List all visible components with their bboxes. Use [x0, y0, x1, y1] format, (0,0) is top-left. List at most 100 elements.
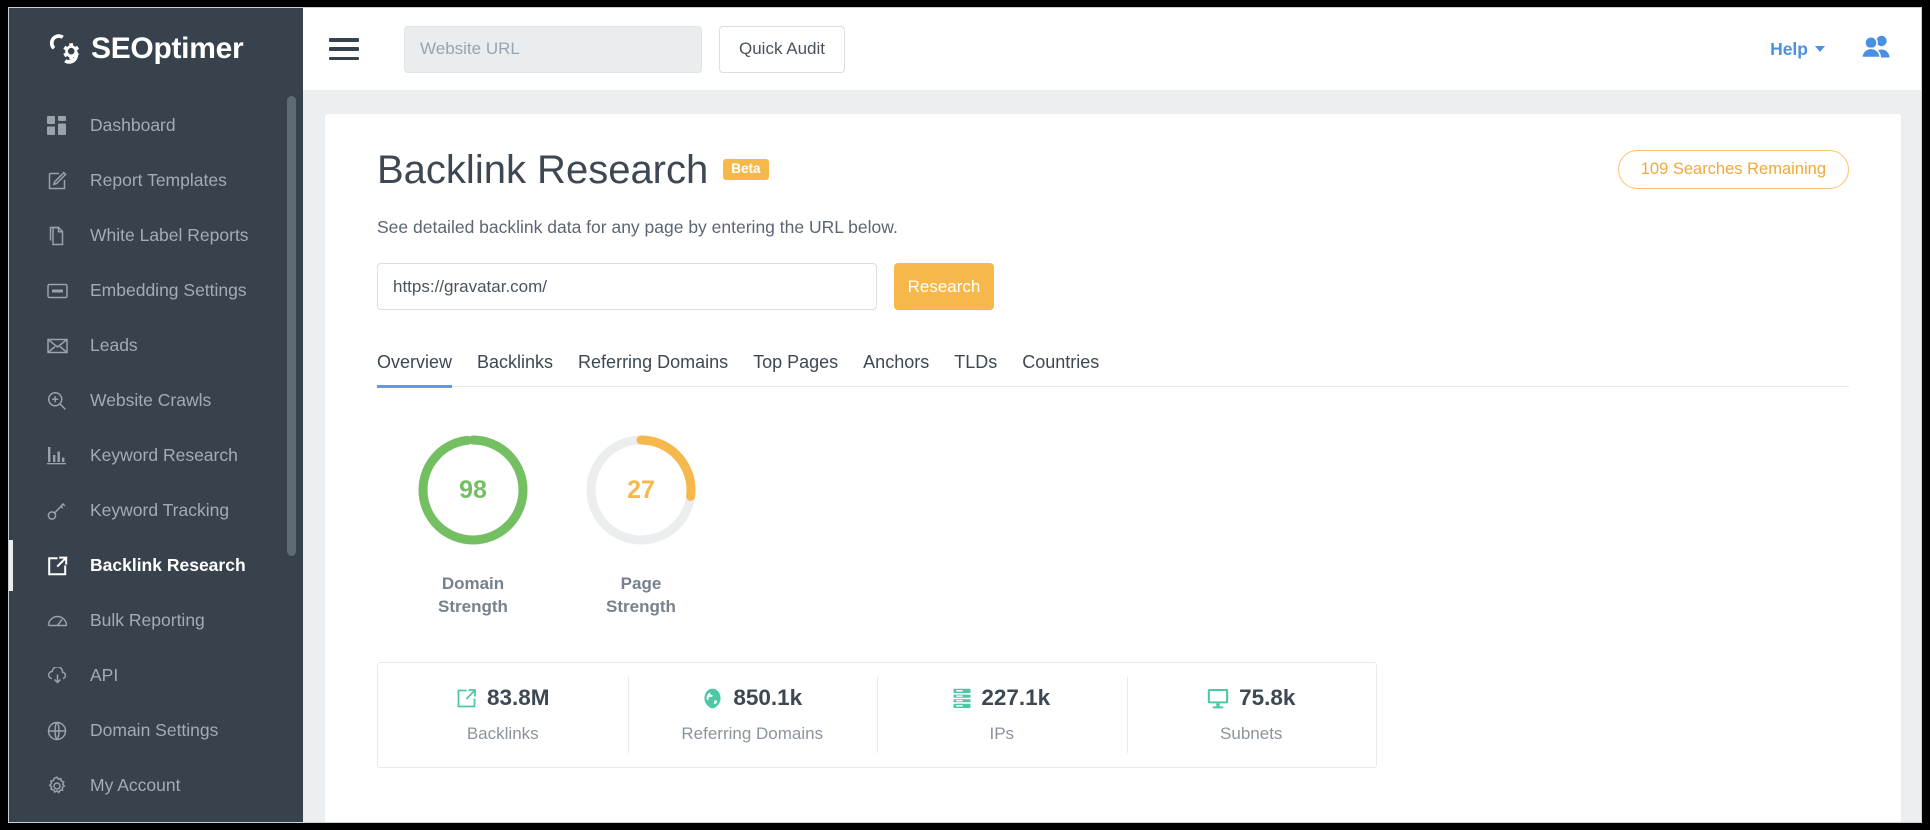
tab-referring-domains[interactable]: Referring Domains [578, 352, 728, 386]
sidebar-item-leads[interactable]: Leads [9, 318, 303, 373]
backlink-research-card: Backlink Research Beta 109 Searches Rema… [325, 114, 1901, 823]
sidebar-item-embedding-settings[interactable]: Embedding Settings [9, 263, 303, 318]
grid-dashboard-icon [47, 116, 73, 135]
sidebar-item-white-label-reports[interactable]: White Label Reports [9, 208, 303, 263]
sidebar-item-keyword-research[interactable]: Keyword Research [9, 428, 303, 483]
window-embed-icon [47, 283, 73, 299]
searches-remaining-badge[interactable]: 109 Searches Remaining [1618, 150, 1849, 189]
sidebar-item-label: White Label Reports [90, 225, 249, 246]
strength-gauges: 98 Domain Strength [377, 431, 1849, 619]
quick-audit-button[interactable]: Quick Audit [719, 26, 845, 73]
copy-pages-icon [47, 226, 73, 246]
globe-icon [47, 721, 73, 741]
gears-logo-icon [44, 29, 84, 69]
top-bar: Quick Audit Help [303, 8, 1922, 90]
sidebar-item-label: Domain Settings [90, 720, 218, 741]
research-button[interactable]: Research [894, 263, 994, 310]
key-icon [47, 501, 73, 521]
brand-name: SEOptimer [91, 32, 243, 66]
hamburger-line [329, 47, 359, 51]
gauge-label-line1: Page [586, 573, 696, 596]
stat-backlinks: 83.8M Backlinks [378, 663, 628, 767]
hamburger-line [329, 57, 359, 61]
domain-strength-label: Domain Strength [418, 573, 528, 619]
sidebar-item-backlink-research[interactable]: Backlink Research [9, 538, 303, 593]
stat-label: IPs [989, 724, 1014, 744]
website-url-input[interactable] [404, 26, 702, 73]
tab-countries[interactable]: Countries [1022, 352, 1099, 386]
domain-strength-value: 98 [414, 431, 532, 549]
envelope-icon [47, 338, 73, 354]
sidebar-item-label: My Account [90, 775, 180, 796]
tab-tlds[interactable]: TLDs [954, 352, 997, 386]
stat-value: 850.1k [733, 685, 802, 711]
research-form: Research [377, 263, 1849, 310]
globe-icon [702, 688, 723, 709]
sidebar-item-label: Keyword Research [90, 445, 238, 466]
hamburger-menu-icon[interactable] [329, 38, 359, 60]
stat-subnets: 75.8k Subnets [1127, 663, 1377, 767]
cloud-download-icon [47, 667, 73, 685]
stat-ips: 227.1k IPs [877, 663, 1127, 767]
stat-referring-domains: 850.1k Referring Domains [628, 663, 878, 767]
sidebar-item-report-templates[interactable]: Report Templates [9, 153, 303, 208]
sidebar-item-label: API [90, 665, 118, 686]
chevron-down-icon [1815, 46, 1825, 52]
domain-strength-donut: 98 [414, 431, 532, 549]
tab-top-pages[interactable]: Top Pages [753, 352, 838, 386]
users-avatar-icon[interactable] [1861, 35, 1891, 63]
main-content: Backlink Research Beta 109 Searches Rema… [303, 90, 1922, 823]
research-url-input[interactable] [377, 263, 877, 310]
sidebar-item-label: Dashboard [90, 115, 176, 136]
page-title: Backlink Research [377, 150, 708, 190]
sidebar-item-label: Bulk Reporting [90, 610, 205, 631]
report-tabs: Overview Backlinks Referring Domains Top… [377, 352, 1849, 387]
backlink-stats-row: 83.8M Backlinks [377, 662, 1377, 768]
stat-label: Referring Domains [681, 724, 823, 744]
sidebar-item-api[interactable]: API [9, 648, 303, 703]
brand-logo-area[interactable]: SEOptimer [9, 8, 303, 90]
sidebar-nav: Dashboard Report Templates White Label R… [9, 90, 303, 813]
tab-backlinks[interactable]: Backlinks [477, 352, 553, 386]
page-subtitle: See detailed backlink data for any page … [377, 217, 1849, 238]
page-header: Backlink Research Beta 109 Searches Rema… [377, 150, 1849, 190]
gear-icon [47, 776, 73, 796]
sidebar-item-label: Report Templates [90, 170, 227, 191]
sidebar-item-keyword-tracking[interactable]: Keyword Tracking [9, 483, 303, 538]
page-strength-label: Page Strength [586, 573, 696, 619]
stat-label: Backlinks [467, 724, 539, 744]
sidebar-item-bulk-reporting[interactable]: Bulk Reporting [9, 593, 303, 648]
gauge-label-line2: Strength [418, 596, 528, 619]
browser-viewport: SEOptimer Dashboard Report Temp [8, 7, 1922, 823]
sidebar-item-label: Leads [90, 335, 138, 356]
sidebar-item-my-account[interactable]: My Account [9, 758, 303, 813]
sidebar-scrollbar-thumb[interactable] [287, 96, 296, 556]
gauge-label-line1: Domain [418, 573, 528, 596]
page-strength-gauge: 27 Page Strength [557, 431, 725, 619]
monitor-icon [1207, 688, 1229, 709]
beta-badge: Beta [723, 159, 768, 180]
hamburger-line [329, 38, 359, 42]
pencil-document-icon [47, 171, 73, 191]
gauge-label-line2: Strength [586, 596, 696, 619]
sidebar-item-domain-settings[interactable]: Domain Settings [9, 703, 303, 758]
sidebar-item-website-crawls[interactable]: Website Crawls [9, 373, 303, 428]
help-menu[interactable]: Help [1770, 39, 1825, 60]
stat-label: Subnets [1220, 724, 1282, 744]
page-strength-value: 27 [582, 431, 700, 549]
sidebar-item-dashboard[interactable]: Dashboard [9, 98, 303, 153]
bar-chart-icon [47, 446, 73, 465]
page-strength-donut: 27 [582, 431, 700, 549]
domain-strength-gauge: 98 Domain Strength [389, 431, 557, 619]
sidebar-item-label: Keyword Tracking [90, 500, 229, 521]
top-bar-right: Help [1770, 35, 1922, 63]
external-link-box-icon [47, 556, 73, 576]
server-stack-icon [953, 688, 971, 709]
speedometer-icon [47, 612, 73, 629]
tab-overview[interactable]: Overview [377, 352, 452, 386]
sidebar-item-label: Embedding Settings [90, 280, 247, 301]
sidebar-item-label: Website Crawls [90, 390, 211, 411]
stat-value: 75.8k [1239, 685, 1295, 711]
tab-anchors[interactable]: Anchors [863, 352, 929, 386]
stat-value: 227.1k [981, 685, 1050, 711]
